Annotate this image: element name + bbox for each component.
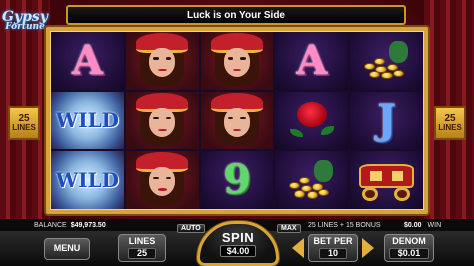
reel-cell — [200, 32, 274, 90]
lines-button[interactable]: LINES 25 — [118, 234, 166, 262]
win-value: $0.00 — [404, 221, 422, 229]
bet-decrease-arrow-icon[interactable] — [292, 238, 304, 258]
reel-frame: A WILD WILD 9 A J — [46, 27, 428, 214]
reel-cell: A — [51, 32, 124, 90]
message-banner: Luck is on Your Side — [66, 5, 406, 25]
red-rose-symbol — [289, 100, 334, 140]
bet-increase-arrow-icon[interactable] — [362, 238, 374, 258]
reel-cell — [350, 151, 423, 209]
banner-text: Luck is on Your Side — [187, 9, 285, 21]
gold-coins-symbol — [286, 159, 337, 200]
gypsy-woman-symbol — [200, 32, 274, 90]
game-stage: Gypsy Fortune Luck is on Your Side 25 LI… — [0, 0, 474, 266]
win-label: WIN — [427, 221, 442, 229]
reel-cell — [275, 151, 349, 209]
denom-value: $0.01 — [388, 247, 430, 259]
lines-bonus-text: 25 LINES + 15 BONUS — [308, 221, 381, 229]
max-button[interactable]: MAX — [277, 224, 301, 233]
bet-per-value: 10 — [318, 247, 347, 259]
lines-badge-left-label: LINES — [12, 123, 36, 133]
wild-crystal-ball-symbol: WILD — [51, 151, 124, 209]
lines-badge-right-label: LINES — [438, 123, 462, 133]
reel-2 — [125, 32, 199, 209]
symbol-9: 9 — [223, 156, 251, 204]
reel-cell — [200, 91, 274, 150]
reel-cell — [275, 91, 349, 150]
symbol-j: J — [377, 96, 397, 144]
reel-cell — [125, 91, 199, 150]
reel-cell: 9 — [200, 151, 274, 209]
lines-value: 25 — [127, 247, 156, 259]
symbol-a: A — [71, 36, 103, 84]
reel-cell — [125, 32, 199, 90]
bet-per-button[interactable]: BET PER 10 — [308, 234, 358, 262]
wild-crystal-ball-symbol: WILD — [51, 91, 124, 150]
gold-coins-symbol — [361, 40, 412, 81]
reel-cell: J — [350, 91, 423, 150]
balance-group: BALANCE $49,973.50 — [34, 222, 106, 229]
logo-line2: Fortune — [5, 22, 45, 33]
reel-4: A — [275, 32, 349, 209]
spin-bet-value: $4.00 — [219, 245, 257, 257]
lines-bonus-group: 25 LINES + 15 BONUS — [308, 222, 381, 229]
gypsy-wagon-symbol — [355, 157, 418, 203]
reel-5: J — [350, 32, 423, 209]
menu-label: MENU — [53, 243, 81, 254]
menu-button[interactable]: MENU — [44, 238, 90, 260]
auto-button[interactable]: AUTO — [177, 224, 205, 233]
balance-label: BALANCE — [34, 221, 67, 229]
lines-badge-left: 25 LINES — [8, 106, 40, 140]
gypsy-woman-symbol — [125, 32, 199, 90]
lines-badge-right: 25 LINES — [434, 106, 466, 140]
reel-3: 9 — [200, 32, 274, 209]
bet-per-label: BET PER — [313, 236, 353, 247]
reel-1: A WILD WILD — [51, 32, 124, 209]
denom-label: DENOM — [392, 236, 426, 247]
reel-cell — [125, 151, 199, 209]
gypsy-woman-symbol — [125, 151, 199, 209]
reel-grid: A WILD WILD 9 A J — [50, 31, 424, 210]
wild-text: WILD — [55, 168, 120, 193]
reel-cell: WILD — [51, 91, 124, 150]
reel-cell — [350, 32, 423, 90]
reel-cell: WILD — [51, 151, 124, 209]
gypsy-woman-symbol — [125, 91, 199, 150]
reel-cell: A — [275, 32, 349, 90]
game-logo: Gypsy Fortune — [2, 4, 48, 38]
wild-text: WILD — [55, 108, 120, 133]
lines-label: LINES — [128, 236, 156, 247]
spin-label: SPIN — [221, 230, 255, 245]
symbol-a: A — [296, 36, 328, 84]
balance-value: $49,973.50 — [70, 221, 106, 229]
win-group: $0.00 WIN — [400, 222, 441, 229]
gypsy-woman-symbol — [200, 91, 274, 150]
denom-button[interactable]: DENOM $0.01 — [384, 234, 434, 262]
